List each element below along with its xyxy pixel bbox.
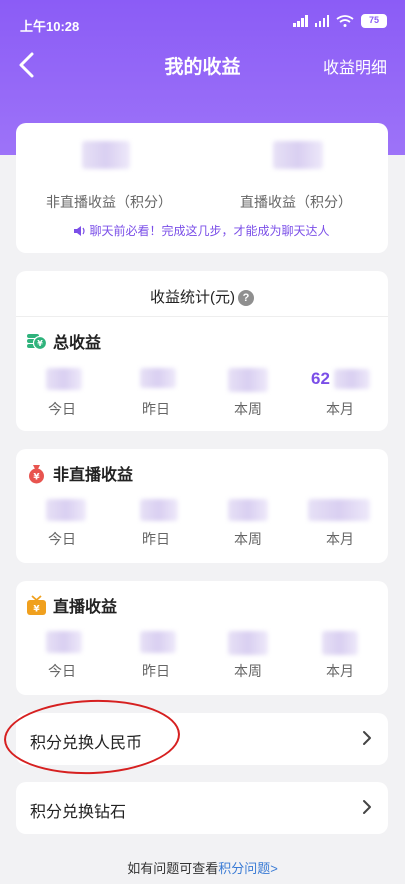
divider (16, 316, 388, 317)
this-month-label: 本月 (326, 401, 354, 417)
footer-help: 如有问题可查看积分问题> (0, 858, 405, 877)
money-bag-icon: ¥ (29, 464, 44, 483)
yesterday-value-blurred (140, 499, 178, 521)
today-value-blurred (46, 499, 86, 521)
svg-text:¥: ¥ (33, 472, 40, 482)
yesterday-label: 昨日 (142, 401, 170, 417)
month-value-blurred (334, 369, 370, 389)
tv-icon: ¥ (27, 594, 46, 615)
status-icons: 75 (293, 14, 387, 28)
this-month-label: 本月 (326, 531, 354, 547)
total-earnings-heading: ¥ 总收益 (26, 329, 101, 353)
week-value-blurred (228, 631, 268, 655)
today-value-blurred (46, 631, 82, 653)
exchange-diamond-label: 积分兑换钻石 (30, 804, 127, 821)
footer-text: 如有问题可查看 (127, 861, 219, 876)
speaker-icon (74, 226, 86, 236)
live-value-blurred (273, 141, 323, 169)
total-earnings-title: 总收益 (53, 335, 102, 352)
this-week-label: 本周 (234, 531, 262, 547)
battery-icon: 75 (361, 14, 387, 28)
today-value-blurred (46, 368, 82, 390)
non-live-earnings-card: ¥ 非直播收益 今日 昨日 本周 本月 (16, 449, 388, 563)
yesterday-label: 昨日 (142, 663, 170, 679)
summary-card: 非直播收益（积分） 直播收益（积分） 聊天前必看！完成这几步，才能成为聊天达人 (16, 123, 388, 253)
month-value-blurred (308, 499, 370, 521)
exchange-diamond-row[interactable]: 积分兑换钻石 (16, 782, 388, 834)
this-week-label: 本周 (234, 663, 262, 679)
month-value-blurred (322, 631, 358, 655)
week-value-blurred (228, 368, 268, 392)
month-value-partial: 62 (311, 369, 330, 388)
yesterday-label: 昨日 (142, 531, 170, 547)
this-week-label: 本周 (234, 401, 262, 417)
live-earnings-title: 直播收益 (53, 599, 118, 616)
stats-title: 收益统计(元)? (16, 286, 388, 307)
annotation-circle (2, 696, 182, 778)
status-time: 上午10:28 (20, 19, 80, 34)
cellular-signal-icon-2 (314, 15, 329, 27)
total-earnings-card: 收益统计(元)? ¥ 总收益 62 今日 昨日 本周 本月 (16, 271, 388, 431)
week-value-blurred (228, 499, 268, 521)
non-live-earnings-title: 非直播收益 (53, 467, 134, 484)
non-live-points-label: 非直播收益（积分） (46, 194, 172, 210)
non-live-value-blurred (82, 141, 130, 169)
wifi-icon (336, 15, 354, 27)
help-icon[interactable]: ? (238, 290, 254, 306)
chat-guide-notice[interactable]: 聊天前必看！完成这几步，才能成为聊天达人 (16, 222, 388, 239)
stats-title-text: 收益统计(元) (150, 289, 235, 306)
cellular-signal-icon (293, 15, 308, 27)
yesterday-value-blurred (140, 368, 176, 388)
today-label: 今日 (48, 663, 76, 679)
live-points-label: 直播收益（积分） (240, 194, 352, 210)
live-earnings-heading: ¥ 直播收益 (26, 593, 117, 617)
yesterday-value-blurred (140, 631, 176, 653)
today-label: 今日 (48, 531, 76, 547)
notice-text: 聊天前必看！完成这几步，才能成为聊天达人 (89, 224, 330, 238)
nav-bar: 我的收益 收益明细 (0, 46, 405, 86)
this-month-label: 本月 (326, 663, 354, 679)
earnings-detail-link[interactable]: 收益明细 (323, 54, 387, 78)
today-label: 今日 (48, 401, 76, 417)
chevron-right-icon (363, 800, 371, 814)
live-earnings-card: ¥ 直播收益 今日 昨日 本周 本月 (16, 581, 388, 695)
points-faq-link[interactable]: 积分问题> (218, 861, 278, 876)
chevron-right-icon (363, 731, 371, 745)
non-live-earnings-heading: ¥ 非直播收益 (26, 461, 133, 485)
svg-text:¥: ¥ (37, 339, 43, 348)
svg-text:¥: ¥ (33, 604, 40, 614)
coins-icon: ¥ (27, 333, 47, 350)
status-bar: 上午10:28 75 (0, 0, 405, 46)
